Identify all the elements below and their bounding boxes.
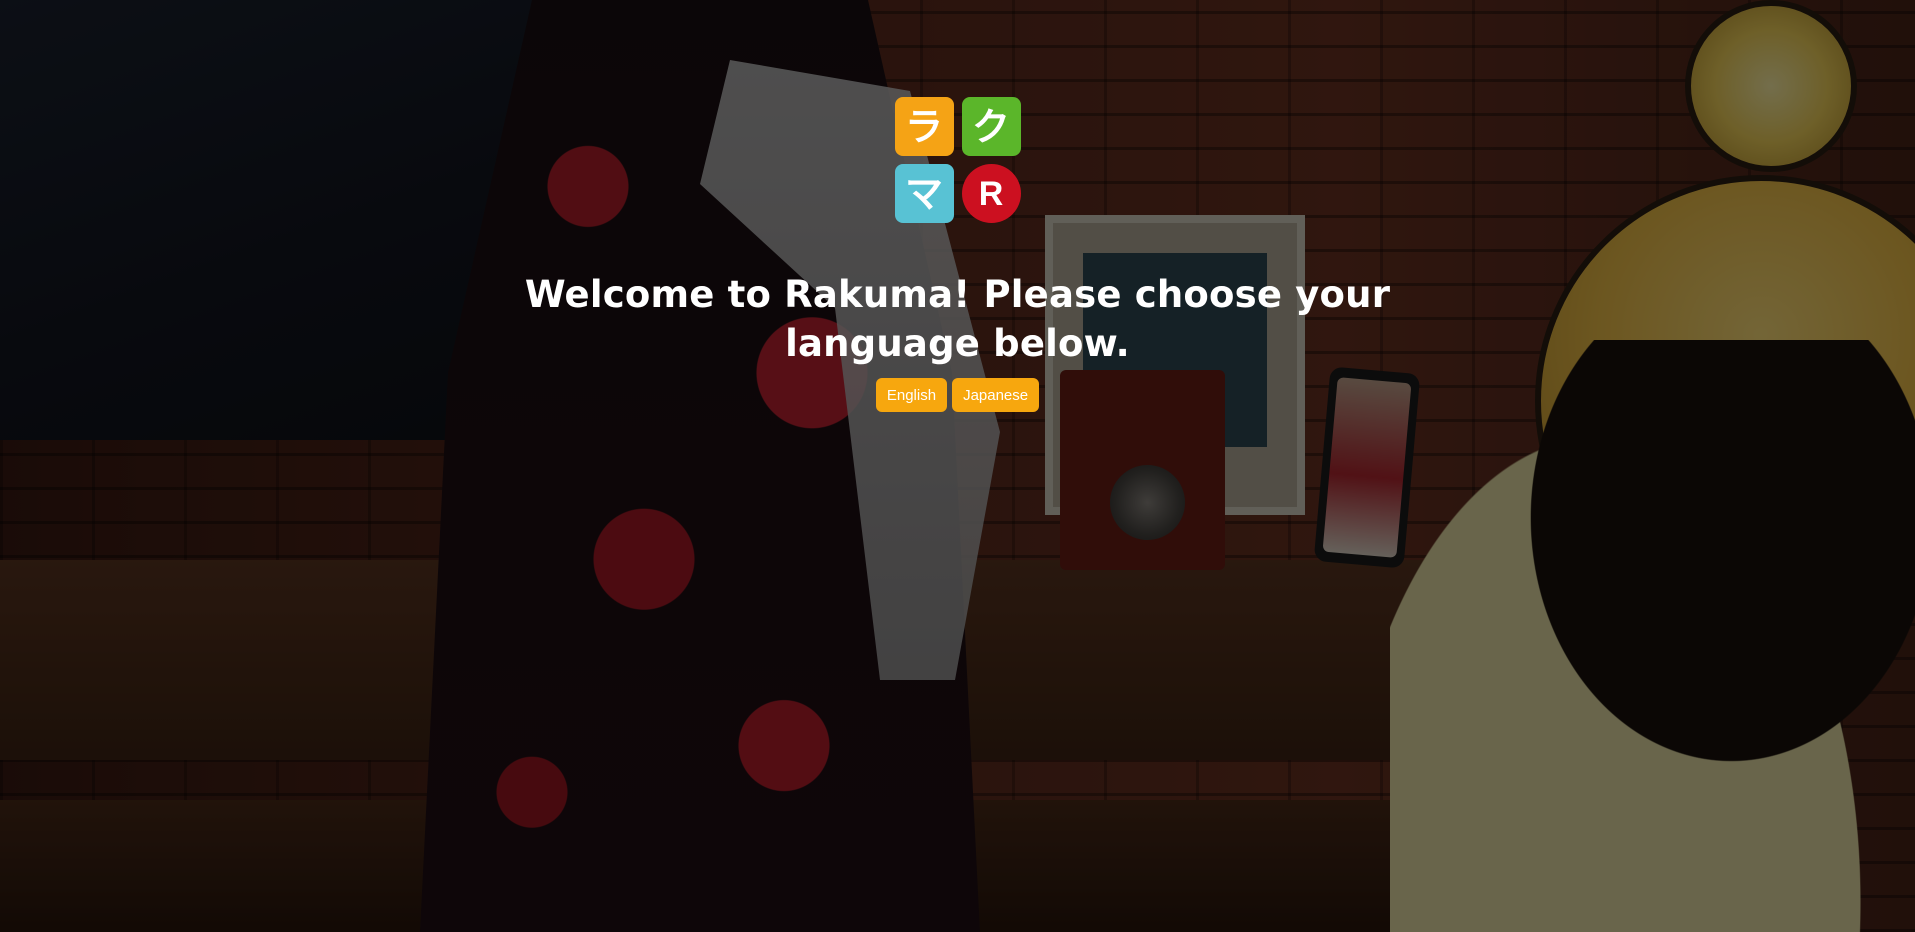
- japanese-button[interactable]: Japanese: [952, 378, 1040, 412]
- landing-page: ラ ク マ R Welcome to Rakuma! Please choose…: [0, 0, 1915, 932]
- welcome-heading: Welcome to Rakuma! Please choose your la…: [524, 273, 1391, 365]
- ra-tile-icon: ラ: [894, 97, 954, 156]
- welcome-panel: ラ ク マ R Welcome to Rakuma! Please choose…: [0, 97, 1915, 412]
- ku-tile-icon: ク: [961, 97, 1021, 156]
- rakuten-r-icon: R: [961, 164, 1021, 223]
- rakuma-logo: ラ ク マ R: [894, 97, 1021, 223]
- english-button[interactable]: English: [875, 378, 948, 412]
- ma-tile-icon: マ: [894, 164, 954, 223]
- language-selector: English Japanese: [875, 378, 1040, 412]
